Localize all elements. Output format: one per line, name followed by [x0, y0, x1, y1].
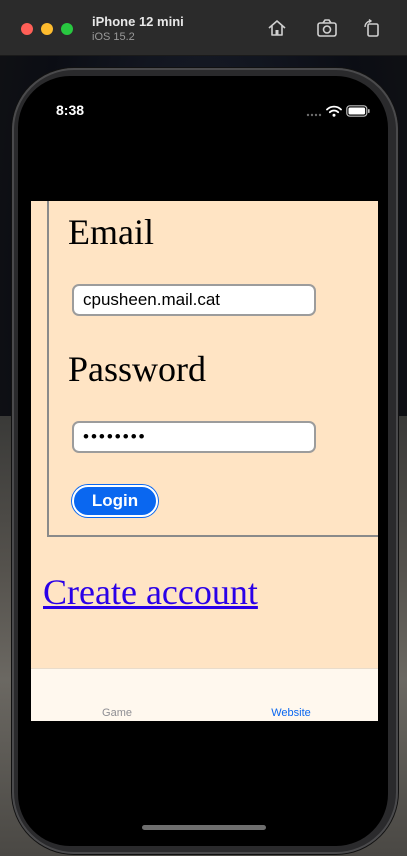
status-icons: [306, 104, 370, 122]
cellular-icon: [306, 104, 322, 122]
os-version: iOS 15.2: [92, 31, 135, 43]
create-account-link[interactable]: Create account: [43, 571, 258, 613]
zoom-window-button[interactable]: [61, 23, 73, 35]
email-label: Email: [68, 212, 154, 252]
battery-icon: [346, 104, 370, 122]
tab-website[interactable]: Website: [241, 707, 341, 719]
login-button[interactable]: Login: [72, 485, 158, 517]
email-field[interactable]: [72, 284, 316, 316]
device-name: iPhone 12 mini: [92, 14, 184, 29]
simulator-title-bar: iPhone 12 mini iOS 15.2: [0, 0, 407, 56]
tab-game[interactable]: Game: [67, 707, 167, 719]
screenshot-icon[interactable]: [315, 16, 339, 40]
close-window-button[interactable]: [21, 23, 33, 35]
status-time: 8:38: [56, 102, 85, 118]
tab-bar: Game Website: [31, 668, 378, 721]
home-indicator[interactable]: [142, 825, 266, 830]
home-icon[interactable]: [265, 16, 289, 40]
wifi-icon: [326, 104, 342, 122]
webview-content: Email Password Login Create account: [31, 201, 378, 668]
password-label: Password: [68, 349, 207, 389]
password-field[interactable]: [72, 421, 316, 453]
minimize-window-button[interactable]: [41, 23, 53, 35]
rotate-icon[interactable]: [360, 16, 384, 40]
